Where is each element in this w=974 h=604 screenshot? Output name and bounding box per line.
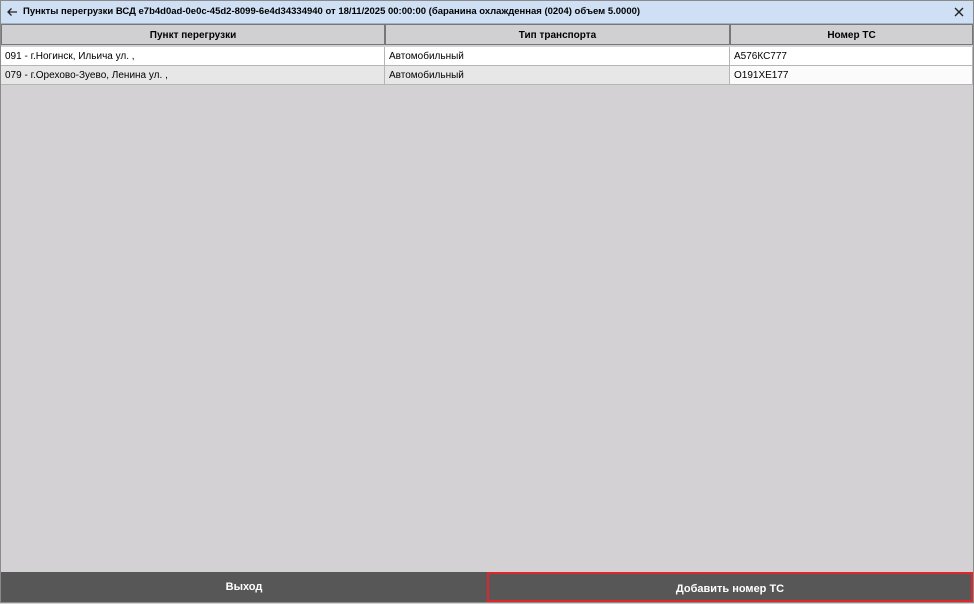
title-bar: Пункты перегрузки ВСД e7b4d0ad-0e0c-45d2… xyxy=(1,1,973,24)
add-vehicle-number-button[interactable]: Добавить номер ТС xyxy=(487,572,973,602)
dialog-window: Пункты перегрузки ВСД e7b4d0ad-0e0c-45d2… xyxy=(0,0,974,603)
cell-transport-type[interactable]: Автомобильный xyxy=(385,47,730,66)
table-header: Пункт перегрузки Тип транспорта Номер ТС xyxy=(1,24,973,46)
arrow-left-icon[interactable] xyxy=(5,5,19,19)
window-title: Пункты перегрузки ВСД e7b4d0ad-0e0c-45d2… xyxy=(23,6,641,17)
close-icon[interactable] xyxy=(951,4,967,20)
cell-vehicle-number[interactable]: А576КС777 xyxy=(730,47,973,66)
column-header-transfer-point[interactable]: Пункт перегрузки xyxy=(1,24,385,45)
cell-transport-type[interactable]: Автомобильный xyxy=(385,66,730,85)
table-row[interactable]: 091 - г.Ногинск, Ильича ул. , Автомобиль… xyxy=(1,47,973,66)
exit-button[interactable]: Выход xyxy=(1,572,487,602)
cell-transfer-point[interactable]: 091 - г.Ногинск, Ильича ул. , xyxy=(1,47,385,66)
cell-vehicle-number[interactable]: О191ХЕ177 xyxy=(730,66,973,85)
column-header-vehicle-number[interactable]: Номер ТС xyxy=(730,24,973,45)
table-row[interactable]: 079 - г.Орехово-Зуево, Ленина ул. , Авто… xyxy=(1,66,973,85)
cell-transfer-point[interactable]: 079 - г.Орехово-Зуево, Ленина ул. , xyxy=(1,66,385,85)
column-header-transport-type[interactable]: Тип транспорта xyxy=(385,24,730,45)
footer-bar: Выход Добавить номер ТС xyxy=(1,572,973,602)
